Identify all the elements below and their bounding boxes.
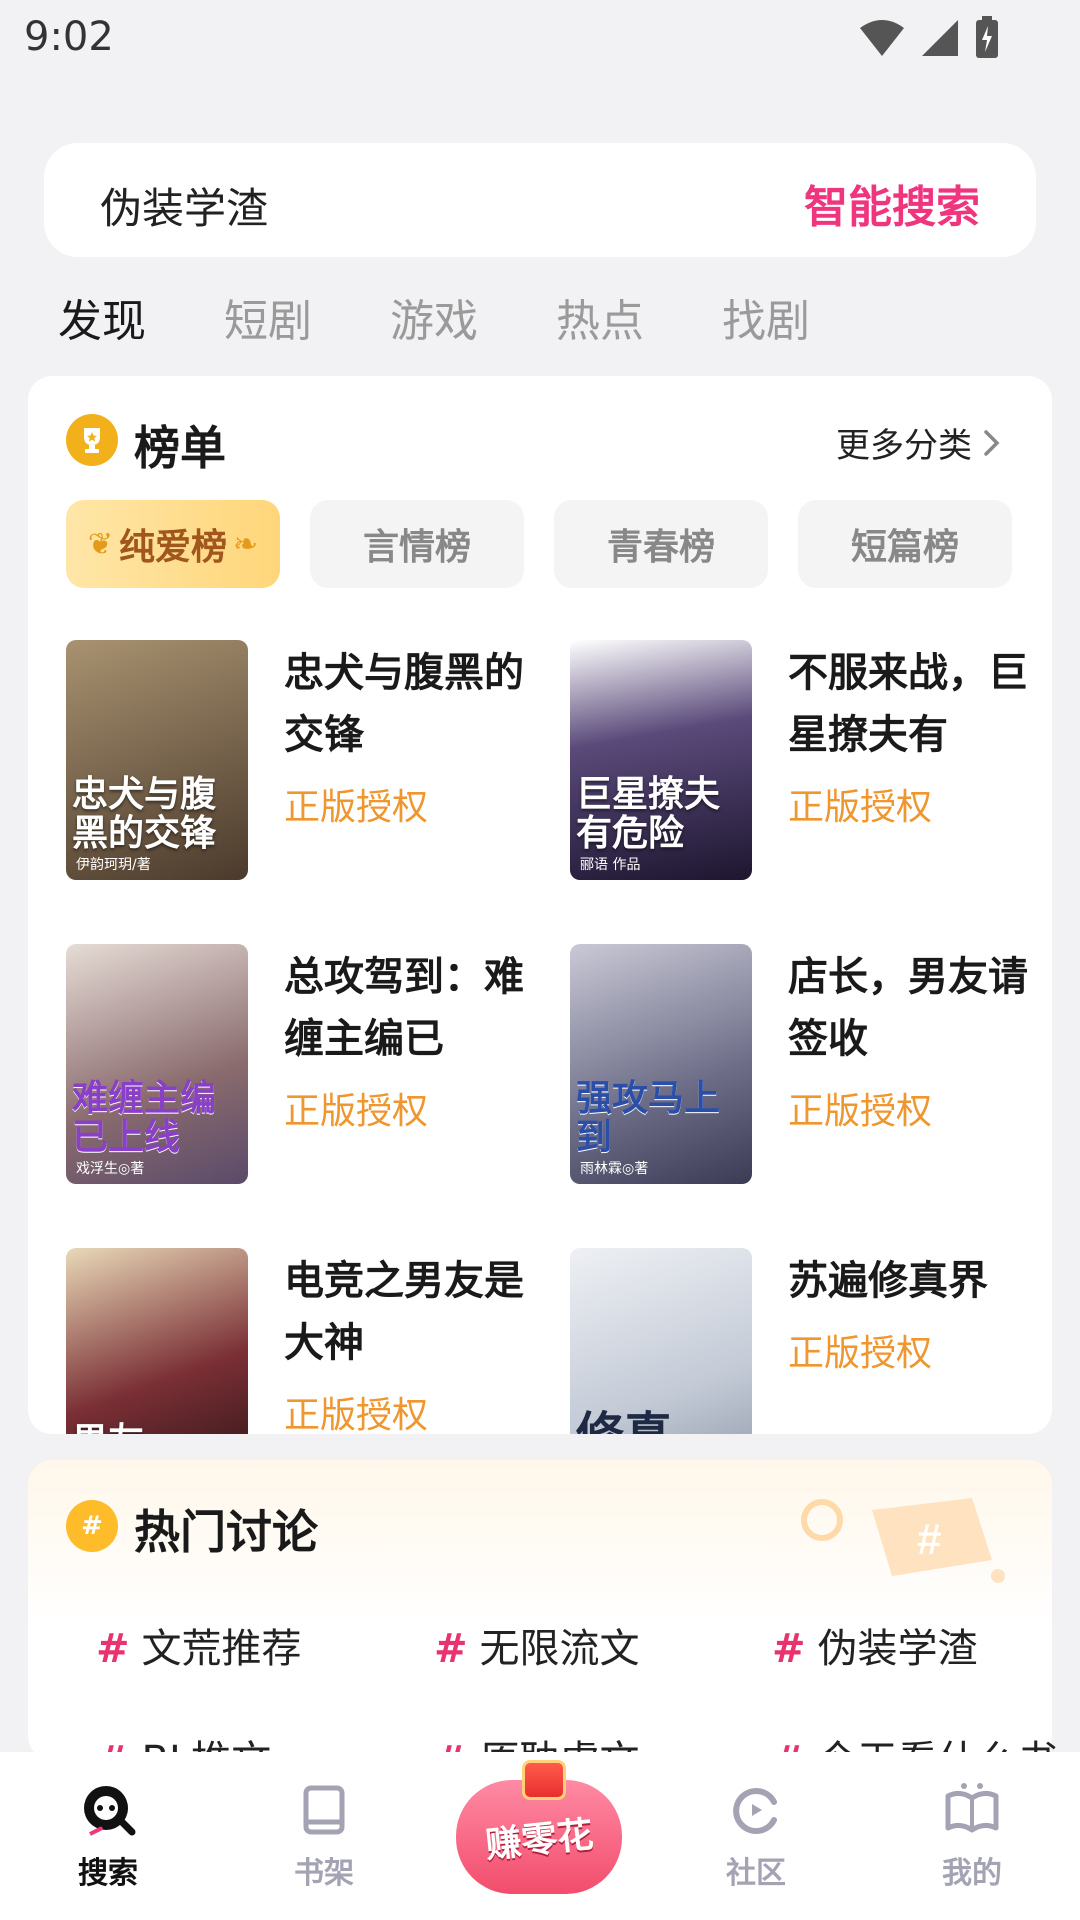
nav-profile[interactable]: 我的 <box>902 1782 1042 1892</box>
topic-item[interactable]: # 伪装学渣 <box>772 1616 978 1674</box>
status-icons <box>858 16 1000 60</box>
nav-label: 社区 <box>726 1856 786 1891</box>
cover-author: 郦语 作品 <box>580 857 641 873</box>
topic-item[interactable]: # 文荒推荐 <box>96 1616 302 1674</box>
nav-community[interactable]: 社区 <box>686 1782 826 1892</box>
book-cover[interactable]: 难缠主编已上线 戏浮生◎著 <box>66 944 248 1184</box>
book-item[interactable]: 强攻马上到 雨林霖◎著 店长，男友请签收 正版授权 <box>570 944 1040 1184</box>
hashtag-icon: # <box>434 1626 468 1672</box>
book-title[interactable]: 电竞之男友是大神 <box>284 1250 524 1374</box>
tab-games[interactable]: 游戏 <box>390 285 478 349</box>
hashtag-icon: # <box>772 1626 806 1672</box>
bottom-nav: 搜索 书架 赚零花 社区 我的 <box>0 1752 1080 1920</box>
nav-bookshelf[interactable]: 书架 <box>254 1782 394 1892</box>
cover-title: 强攻马上到 <box>576 1077 721 1159</box>
smart-search-button[interactable]: 智能搜索 <box>804 171 980 235</box>
hot-discussion-title: 热门讨论 <box>134 1505 318 1559</box>
book-license-tag: 正版授权 <box>788 1091 933 1132</box>
rank-tab-label: 纯爱榜 <box>118 527 227 568</box>
book-item[interactable]: 巨星撩夫有危险 郦语 作品 不服来战，巨星撩夫有 正版授权 <box>570 640 1040 880</box>
earn-money-label: 赚零花 <box>483 1814 596 1867</box>
search-input[interactable]: 伪装学渣 <box>100 175 268 236</box>
open-book-icon <box>945 1783 999 1833</box>
search-bar[interactable]: 伪装学渣 智能搜索 <box>44 143 1036 257</box>
topic-item[interactable]: # 无限流文 <box>434 1616 640 1674</box>
topic-label: 无限流文 <box>479 1626 640 1672</box>
tab-find-drama[interactable]: 找剧 <box>722 285 810 349</box>
svg-text:#: # <box>917 1515 941 1564</box>
cover-author: 雨林霖◎著 <box>580 1161 649 1177</box>
book-title[interactable]: 店长，男友请签收 <box>788 946 1028 1070</box>
top-tabs: 发现 短剧 游戏 热点 找剧 <box>58 285 888 349</box>
book-cover[interactable]: 强攻马上到 雨林霖◎著 <box>570 944 752 1184</box>
ranking-card: 榜单 更多分类 ❦ 纯爱榜 ❧ 言情榜 青春榜 短篇榜 忠犬与腹黑的交锋 伊韵珂… <box>28 376 1052 1434</box>
topic-label: 文荒推荐 <box>141 1626 302 1672</box>
nav-search[interactable]: 搜索 <box>38 1782 178 1892</box>
hashtag-bubble-icon: # <box>66 1500 118 1552</box>
status-time: 9:02 <box>24 14 114 60</box>
book-icon <box>303 1785 345 1835</box>
hashtag-icon: # <box>96 1626 130 1672</box>
book-license-tag: 正版授权 <box>284 1395 429 1434</box>
trophy-icon <box>66 414 118 466</box>
book-title[interactable]: 苏遍修真界 <box>788 1250 1028 1312</box>
cover-title: 巨星撩夫有危险 <box>576 773 721 855</box>
rank-tab-youth[interactable]: 青春榜 <box>554 500 768 588</box>
rank-tab-short[interactable]: 短篇榜 <box>798 500 1012 588</box>
rank-tab-bl[interactable]: ❦ 纯爱榜 ❧ <box>66 500 280 588</box>
hot-discussion-card: # 热门讨论 # #文荒推荐 #无限流文 #伪装学渣 #BL推文 #原耽虐文 #… <box>28 1460 1058 1784</box>
book-license-tag: 正版授权 <box>284 1091 429 1132</box>
laurel-left-icon: ❦ <box>87 526 113 562</box>
community-icon <box>733 1788 777 1834</box>
tab-discover[interactable]: 发现 <box>58 285 146 349</box>
topic-label: 伪装学渣 <box>817 1626 978 1672</box>
cover-author: 戏浮生◎著 <box>76 1161 145 1177</box>
book-license-tag: 正版授权 <box>284 787 429 828</box>
signal-icon <box>922 20 958 56</box>
cover-author: 伊韵珂玥/著 <box>76 857 151 873</box>
tab-hot[interactable]: 热点 <box>556 285 644 349</box>
book-title[interactable]: 总攻驾到：难缠主编已 <box>284 946 524 1070</box>
wifi-icon <box>860 20 904 56</box>
nav-label: 书架 <box>294 1856 354 1891</box>
book-license-tag: 正版授权 <box>788 787 933 828</box>
cover-title: 忠犬与腹黑的交锋 <box>72 773 217 855</box>
book-title[interactable]: 忠犬与腹黑的交锋 <box>284 642 524 766</box>
book-item[interactable]: 忠犬与腹黑的交锋 伊韵珂玥/著 忠犬与腹黑的交锋 正版授权 <box>66 640 536 880</box>
more-categories-link[interactable]: 更多分类 <box>836 418 1002 467</box>
cover-title: 修真 <box>576 1409 746 1434</box>
book-cover[interactable]: 巨星撩夫有危险 郦语 作品 <box>570 640 752 880</box>
rank-tabs: ❦ 纯爱榜 ❧ 言情榜 青春榜 短篇榜 <box>66 500 1012 588</box>
cover-title: 男友 <box>72 1422 242 1434</box>
nav-label: 搜索 <box>78 1856 138 1891</box>
hashtag-tag-decoration-icon: # <box>801 1498 1005 1583</box>
more-categories-label: 更多分类 <box>836 426 972 466</box>
book-item[interactable]: 修真 苏遍修真界 正版授权 <box>570 1248 1040 1434</box>
nav-label: 我的 <box>942 1856 1002 1891</box>
book-cover[interactable]: 修真 <box>570 1248 752 1434</box>
book-cover[interactable]: 男友 <box>66 1248 248 1434</box>
tab-short-drama[interactable]: 短剧 <box>224 285 312 349</box>
book-cover[interactable]: 忠犬与腹黑的交锋 伊韵珂玥/著 <box>66 640 248 880</box>
book-item[interactable]: 难缠主编已上线 戏浮生◎著 总攻驾到：难缠主编已 正版授权 <box>66 944 536 1184</box>
red-envelope-icon <box>522 1760 566 1800</box>
laurel-right-icon: ❧ <box>233 526 259 562</box>
battery-icon <box>976 16 998 58</box>
ranking-title: 榜单 <box>134 421 226 475</box>
book-item[interactable]: 男友 电竞之男友是大神 正版授权 <box>66 1248 536 1434</box>
rank-tab-romance[interactable]: 言情榜 <box>310 500 524 588</box>
cover-title: 难缠主编已上线 <box>72 1077 217 1159</box>
book-license-tag: 正版授权 <box>788 1333 933 1374</box>
chevron-right-icon <box>984 429 1000 456</box>
status-bar: 9:02 <box>0 0 1080 80</box>
search-bubble-icon <box>84 1786 136 1836</box>
book-title[interactable]: 不服来战，巨星撩夫有 <box>788 642 1028 766</box>
